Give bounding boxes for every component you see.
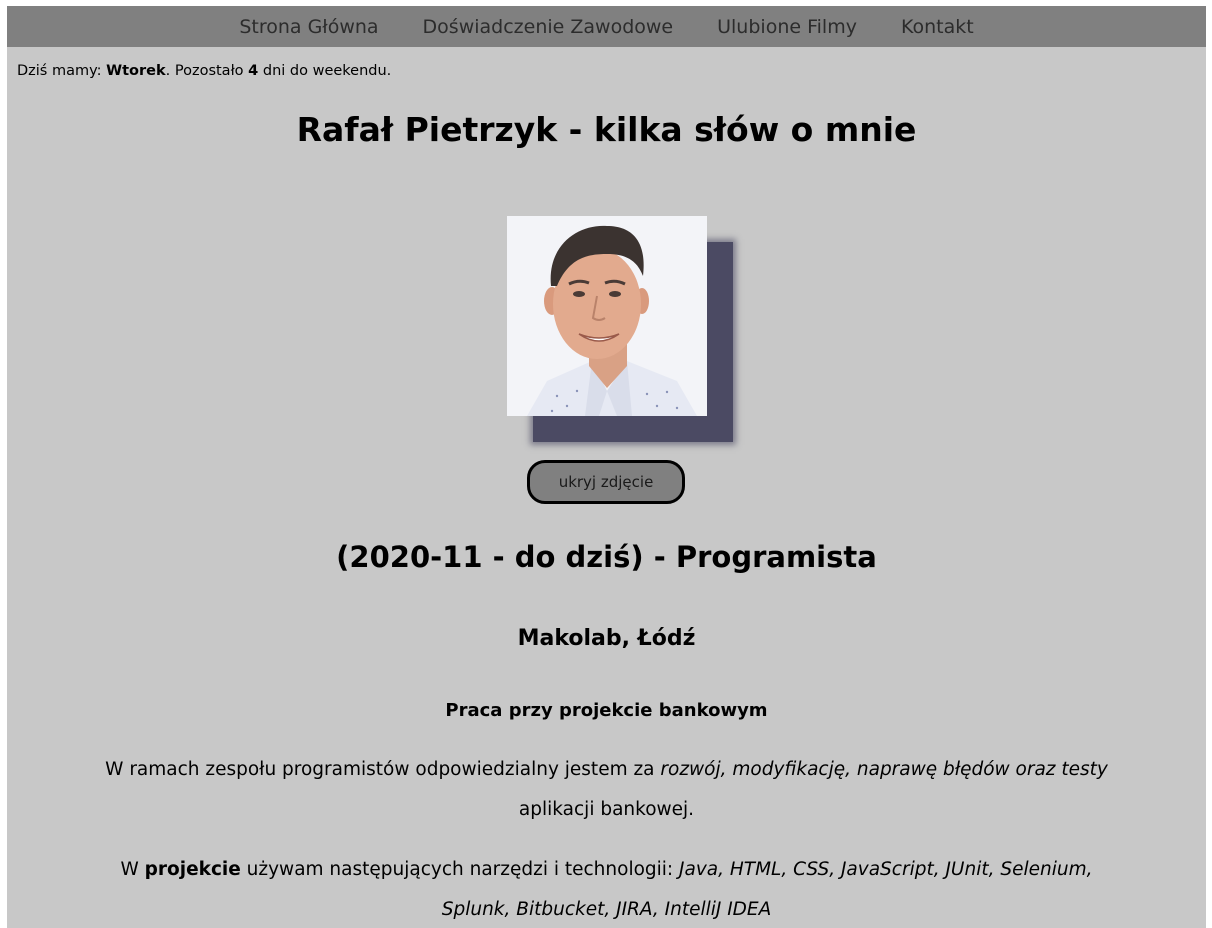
days-left-count: 4: [248, 63, 259, 79]
top-navigation: Strona Główna Doświadczenie Zawodowe Ulu…: [7, 6, 1206, 47]
project-heading: Praca przy projekcie bankowym: [445, 700, 768, 721]
nav-link-home[interactable]: Strona Główna: [217, 16, 400, 38]
day-info-suffix: dni do weekendu.: [258, 63, 392, 79]
page: Strona Główna Doświadczenie Zawodowe Ulu…: [7, 6, 1206, 928]
day-name: Wtorek: [106, 63, 166, 79]
portrait-image: [507, 216, 707, 416]
nav-link-experience[interactable]: Doświadczenie Zawodowe: [401, 16, 696, 38]
nav-link-movies[interactable]: Ulubione Filmy: [695, 16, 879, 38]
company-name: Makolab, Łódź: [517, 626, 696, 651]
profile-photo-container: [507, 216, 733, 442]
job-description-italic: rozwój, modyfikację, naprawę błędów oraz…: [660, 759, 1108, 780]
page-title: Rafał Pietrzyk - kilka słów o mnie: [296, 110, 917, 149]
job-description-prefix: W ramach zespołu programistów odpowiedzi…: [105, 759, 661, 780]
day-info-prefix: Dziś mamy:: [17, 63, 107, 79]
tools-bold: projekcie: [144, 859, 241, 880]
job-title: (2020-11 - do dziś) - Programista: [336, 540, 877, 574]
hide-photo-button[interactable]: ukryj zdjęcie: [527, 460, 685, 504]
tools-description: W projekcie używam następujących narzędz…: [97, 850, 1116, 928]
nav-link-contact[interactable]: Kontakt: [879, 16, 996, 38]
day-info: Dziś mamy: Wtorek. Pozostało 4 dni do we…: [17, 63, 391, 79]
day-info-middle: . Pozostało: [165, 63, 249, 79]
profile-photo: [507, 216, 707, 416]
job-description: W ramach zespołu programistów odpowiedzi…: [97, 750, 1116, 830]
tools-prefix: W: [120, 859, 145, 880]
tools-middle: używam następujących narzędzi i technolo…: [240, 859, 680, 880]
job-description-suffix: aplikacji bankowej.: [518, 799, 695, 820]
